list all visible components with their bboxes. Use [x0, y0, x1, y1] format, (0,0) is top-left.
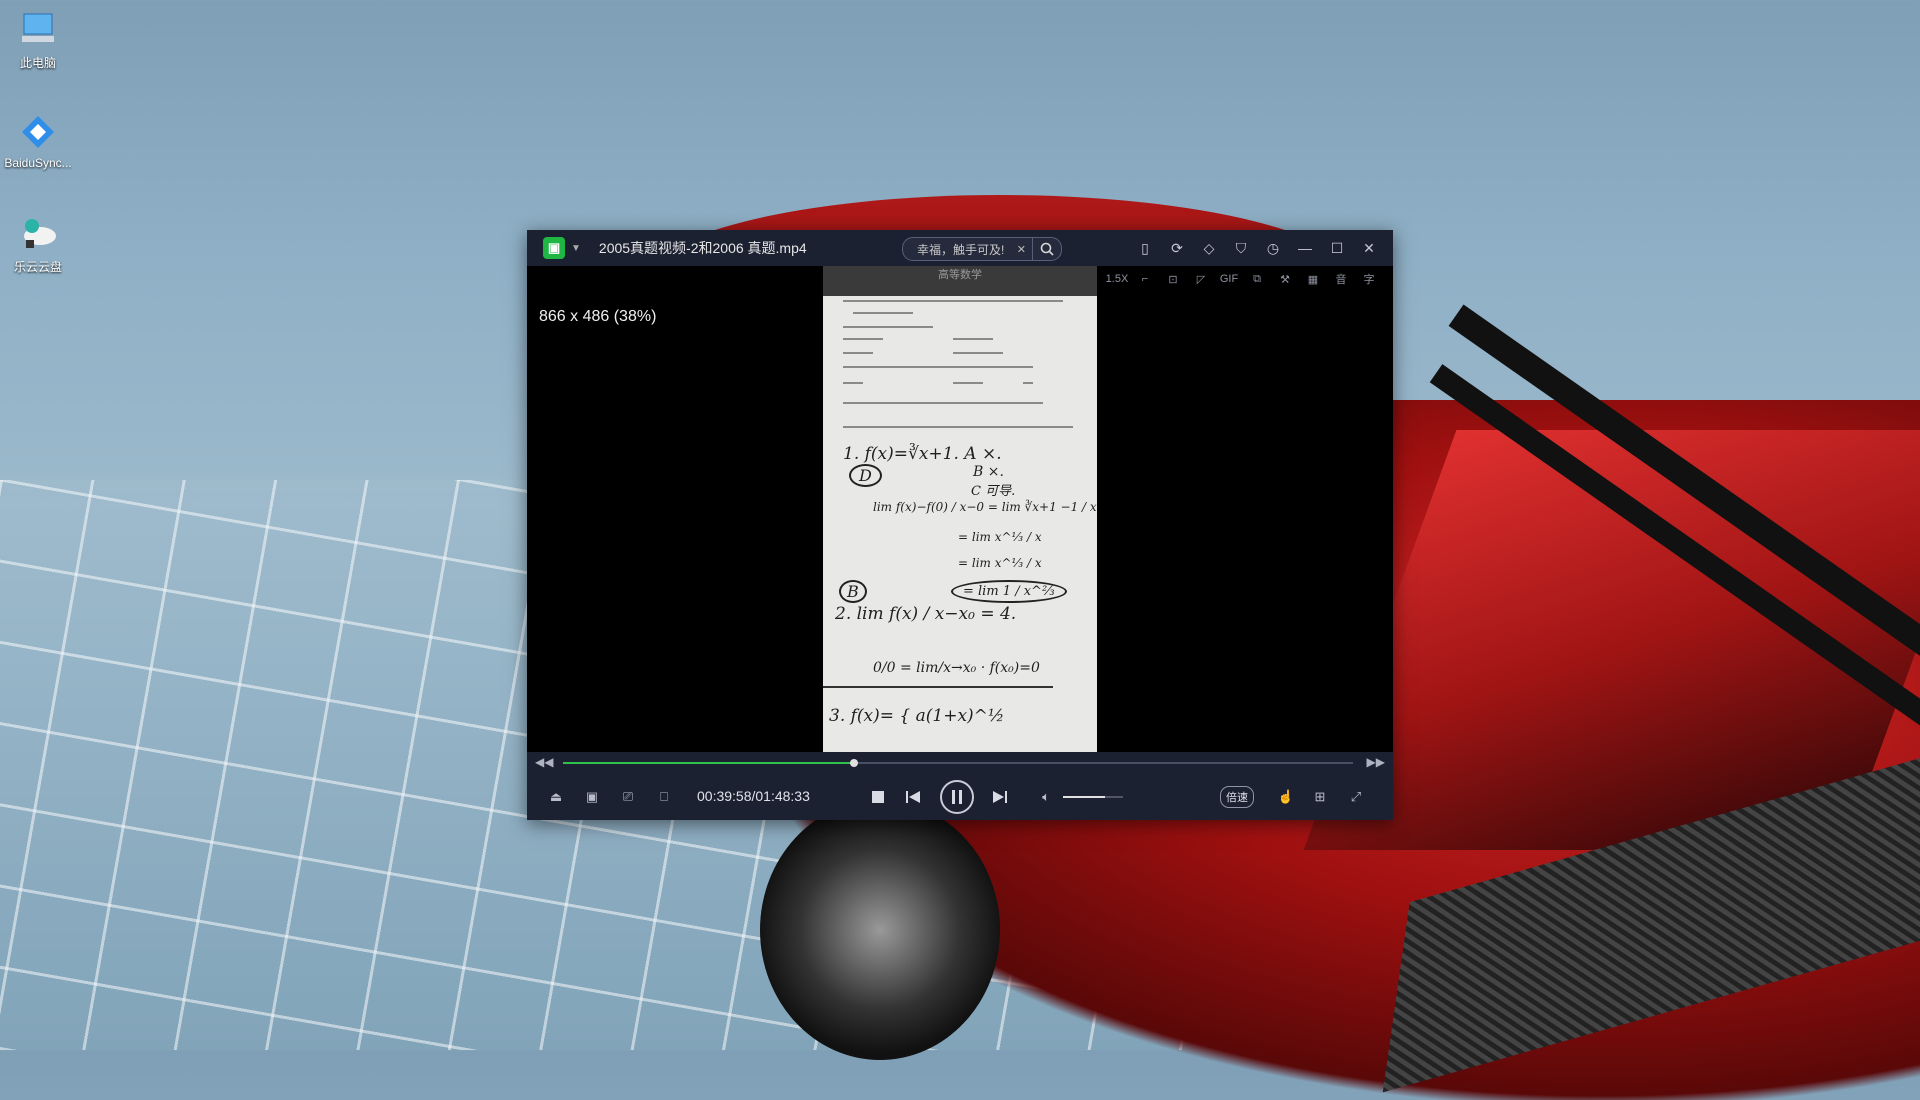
crop-icon[interactable]: ⌐ — [1131, 266, 1159, 292]
handwriting-q3: 3. f(x)= { a(1+x)^½ — [829, 706, 1005, 726]
grid-icon[interactable]: ▦ — [1299, 266, 1327, 292]
handwriting-limit-2: = lim x^⅓ / x — [958, 530, 1042, 544]
printed-text-line — [843, 338, 883, 340]
minimize-icon[interactable]: — — [1289, 230, 1321, 266]
window-title: 2005真题视频-2和2006 真题.mp4 — [598, 240, 807, 256]
stop-button[interactable] — [867, 786, 889, 808]
baidusync-icon — [16, 112, 60, 152]
wallpaper-car-wheel — [760, 800, 1000, 1060]
phone-icon[interactable]: ▯ — [1129, 230, 1161, 266]
search-icon — [1040, 242, 1054, 256]
player-titlebar[interactable]: ▣ ▼ 2005真题视频-2和2006 真题.mp4 幸福，触手可及! ✕ ▯ … — [527, 230, 1393, 266]
search-input[interactable]: 幸福，触手可及! — [917, 241, 1017, 258]
desktop-icon-cloud-drive[interactable]: 乐云云盘 — [0, 214, 78, 275]
search-box[interactable]: 幸福，触手可及! ✕ — [902, 237, 1062, 261]
printed-text-line — [953, 382, 983, 384]
desktop-icon-label: 此电脑 — [19, 56, 56, 70]
playback-speed-button[interactable]: 倍速 — [1220, 786, 1254, 808]
handwritten-rule-line — [823, 686, 1053, 688]
audio-button[interactable]: 音 — [1327, 266, 1355, 292]
handwriting-limit-3: = lim x^⅓ / x — [958, 556, 1042, 570]
printed-text-line — [843, 402, 1043, 404]
comment-icon[interactable]: ⎕ — [653, 786, 675, 808]
handwriting-q1-b: B ×. — [973, 464, 1004, 480]
handwriting-limit-4: = lim 1 / x^⅔ — [951, 580, 1067, 603]
video-player-window: ▣ ▼ 2005真题视频-2和2006 真题.mp4 幸福，触手可及! ✕ ▯ … — [527, 230, 1393, 820]
handwriting-q1: 1. f(x)=∛x+1. A ×. — [843, 444, 1002, 464]
progress-handle[interactable] — [849, 759, 858, 767]
printed-text-line — [843, 300, 1063, 302]
handwriting-limit-1: lim f(x)−f(0) / x−0 = lim ∛x+1 −1 / x — [873, 500, 1097, 514]
rotate-icon[interactable]: ◸ — [1187, 266, 1215, 292]
rewind-icon[interactable]: ◀◀ — [535, 755, 553, 769]
player-logo-icon[interactable]: ▣ — [543, 237, 565, 259]
pause-icon — [952, 790, 962, 804]
next-icon — [993, 791, 1007, 803]
info-icon[interactable]: ▣ — [581, 786, 603, 808]
computer-icon — [16, 10, 60, 50]
close-icon[interactable]: ✕ — [1353, 230, 1385, 266]
volume-icon[interactable]: 🔈︎ — [1035, 786, 1057, 808]
gif-button[interactable]: GIF — [1215, 266, 1243, 292]
progress-row: ◀◀ ▶▶ — [527, 752, 1393, 774]
handwriting-q1-answer: D — [849, 464, 882, 487]
video-frame[interactable]: 高等数学 1. f(x)=∛x+1. A ×. B ×. C 可导. D lim… — [823, 266, 1097, 752]
pause-button[interactable] — [940, 780, 974, 814]
desktop-icon-label: 乐云云盘 — [13, 260, 62, 274]
printed-text-line — [843, 382, 863, 384]
maximize-icon[interactable]: ☐ — [1321, 230, 1353, 266]
share-icon[interactable]: ⟳ — [1161, 230, 1193, 266]
fit-icon[interactable]: ⊡ — [1159, 266, 1187, 292]
control-icon[interactable]: ⚒ — [1271, 266, 1299, 292]
speed-15x-button[interactable]: 1.5X — [1103, 266, 1131, 292]
titlebar-actions: ▯ ⟳ ◇ ⛉ ◷ — ☐ ✕ — [1129, 230, 1385, 266]
search-button[interactable] — [1032, 238, 1061, 260]
skin-icon[interactable]: ◇ — [1193, 230, 1225, 266]
handwriting-q2: 2. lim f(x) / x−x₀ = 4. — [835, 604, 1017, 624]
playback-time: 00:39:58/01:48:33 — [697, 788, 810, 804]
stop-icon — [872, 791, 884, 803]
cast-icon[interactable]: ⎚ — [617, 786, 639, 808]
handwriting-q1-c: C 可导. — [971, 484, 1016, 499]
volume-fill — [1063, 796, 1105, 798]
resolution-info: 866 x 486 (38%) — [539, 308, 657, 325]
printed-text-line — [843, 352, 873, 354]
cloud-drive-icon — [16, 214, 60, 254]
toolbox-icon[interactable]: ⊞ — [1309, 786, 1331, 808]
next-button[interactable] — [989, 786, 1011, 808]
screenshot-icon[interactable]: ⧉ — [1243, 266, 1271, 292]
volume-slider[interactable] — [1063, 796, 1123, 798]
progress-fill — [563, 762, 854, 764]
previous-icon — [906, 791, 920, 803]
subtitle-button[interactable]: 字 — [1355, 266, 1383, 292]
printed-text-line — [843, 326, 933, 328]
desktop-icon-label: BaiduSync... — [4, 156, 72, 170]
printed-text-line — [843, 366, 1033, 368]
printed-text-line — [843, 426, 1073, 428]
desktop-icon-baidusync[interactable]: BaiduSync... — [0, 112, 78, 170]
desktop-icon-this-pc[interactable]: 此电脑 — [0, 10, 78, 71]
control-bar: ⏏ ▣ ⎚ ⎕ 00:39:58/01:48:33 🔈︎ 倍速 ☝ ⊞ ⤢ — [527, 774, 1393, 820]
printed-text-line — [953, 352, 1003, 354]
progress-bar[interactable] — [563, 759, 1353, 767]
handwriting-q2-answer: B — [839, 580, 867, 603]
handwriting-q2-b: 0/0 = lim/x→x₀ · f(x₀)=0 — [873, 660, 1040, 676]
eject-icon[interactable]: ⏏ — [545, 786, 567, 808]
fullscreen-icon[interactable]: ⤢ — [1345, 786, 1367, 808]
fast-forward-icon[interactable]: ▶▶ — [1367, 755, 1385, 769]
gesture-icon[interactable]: ☝ — [1275, 786, 1297, 808]
printed-text-line — [853, 312, 913, 314]
clear-search-icon[interactable]: ✕ — [1017, 243, 1026, 256]
printed-text-line — [953, 338, 993, 340]
shirt-icon[interactable]: ⛉ — [1225, 230, 1257, 266]
chevron-down-icon[interactable]: ▼ — [571, 243, 581, 254]
printed-text-line — [1023, 382, 1033, 384]
video-header-text: 高等数学 — [823, 266, 1097, 296]
previous-button[interactable] — [902, 786, 924, 808]
history-icon[interactable]: ◷ — [1257, 230, 1289, 266]
